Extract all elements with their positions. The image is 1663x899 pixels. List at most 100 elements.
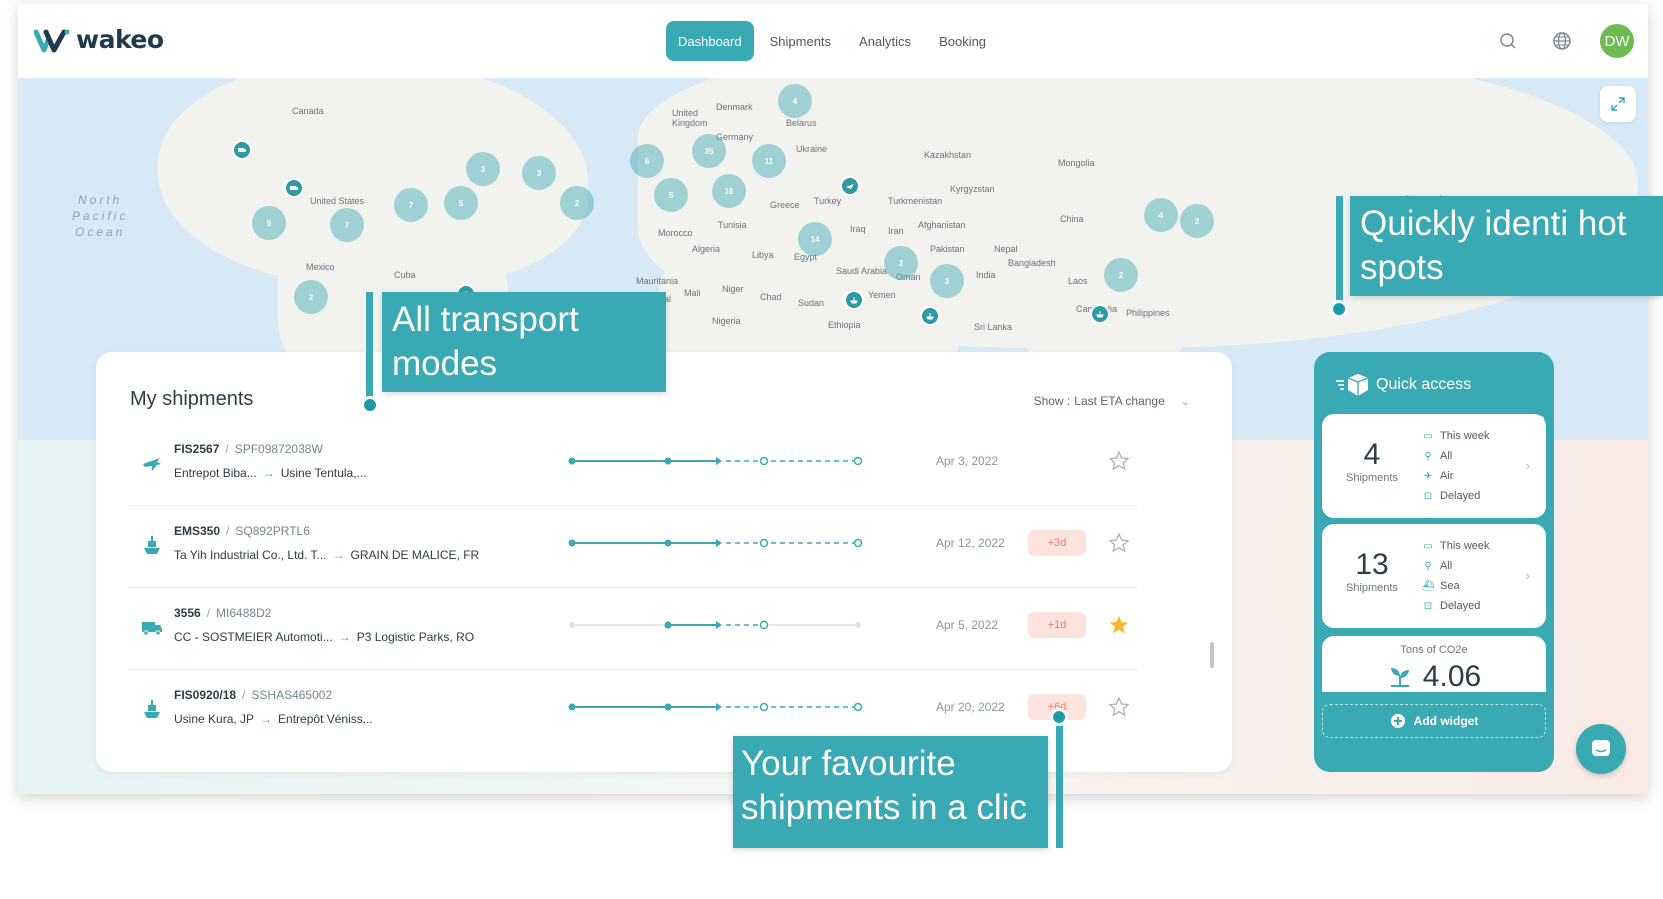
plane-icon: ✈ [1423, 470, 1433, 482]
shipment-row[interactable]: EMS350/SQ892PRTL6 Ta Yih Industrial Co.,… [128, 506, 1138, 588]
delay-badge: +3d [1028, 530, 1086, 556]
add-widget-button[interactable]: Add widget [1322, 704, 1546, 738]
logo[interactable]: wakeo [34, 25, 164, 54]
map-cluster[interactable]: 6 [630, 144, 664, 178]
shipment-reference: EMS350/SQ892PRTL6 [174, 524, 310, 538]
chevron-right-icon: › [1525, 568, 1530, 583]
star-icon[interactable] [1108, 532, 1130, 554]
callout-bar [1336, 196, 1343, 306]
quick-access-widget[interactable]: 13 Shipments ▭ This week ⚲ All ⛴ Sea ⊡ Delay… [1322, 524, 1546, 628]
co2-label: Tons of CO2e [1400, 644, 1468, 656]
map-cluster[interactable]: 35 [692, 134, 726, 168]
country-label: Mexico [306, 262, 335, 272]
scrollbar[interactable] [1210, 642, 1214, 668]
quick-access-panel: Quick access 4 Shipments ▭ This week ⚲ All… [1314, 352, 1554, 772]
show-filter-label: Show : [1033, 394, 1071, 408]
country-label: Pakistan [930, 244, 965, 254]
ship-icon [144, 536, 160, 554]
delay-badge: +1d [1028, 612, 1086, 638]
map-cluster[interactable]: 14 [798, 222, 832, 256]
country-label: Philippines [1126, 308, 1170, 318]
arrow-right-icon: → [260, 712, 273, 726]
map-cluster[interactable]: 5 [252, 206, 286, 240]
arrow-right-icon: → [332, 548, 345, 562]
shipment-row[interactable]: FIS2567/SPF09872038W Entrepot Biba... → Us… [128, 424, 1138, 506]
country-label: Denmark [716, 102, 753, 112]
country-label: Tunisia [718, 220, 747, 230]
shipment-row[interactable]: 3556/MI6488D2 CC - SOSTMEIER Automoti...… [128, 588, 1138, 670]
show-filter-dropdown[interactable]: Show : Last ETA change ⌄ [1034, 394, 1190, 408]
plant-icon [1390, 668, 1409, 687]
map-cluster[interactable]: 5 [444, 186, 478, 220]
star-icon[interactable] [1108, 696, 1130, 718]
country-label: Canada [292, 106, 324, 116]
country-label: Mali [684, 288, 701, 298]
map-cluster[interactable]: 7 [394, 188, 428, 222]
ship-icon [1096, 311, 1104, 318]
callout-favourites: Your favourite shipments in a clic [733, 736, 1048, 848]
map-cluster[interactable]: 2 [294, 280, 328, 314]
map-cluster[interactable]: 2 [1180, 204, 1214, 238]
search-button[interactable] [1492, 25, 1524, 57]
map-pin[interactable] [840, 176, 860, 196]
map-cluster[interactable]: 7 [330, 208, 364, 242]
star-icon[interactable] [1108, 450, 1130, 472]
map-pin[interactable] [844, 290, 864, 310]
map-pin[interactable] [284, 178, 304, 198]
nav-booking[interactable]: Booking [927, 21, 998, 61]
shipment-progress [568, 702, 863, 712]
shipment-route: Ta Yih Industrial Co., Ltd. T... → GRAIN D… [174, 548, 480, 562]
chevron-down-icon: ⌄ [1180, 395, 1190, 408]
map-cluster[interactable]: 5 [654, 178, 688, 212]
widget-filters: ▭ This week ⚲ All ✈ Air ⊡ Delayed [1423, 430, 1490, 502]
map-cluster[interactable]: 11 [752, 144, 786, 178]
app-window: wakeo Dashboard Shipments Analytics Book… [18, 4, 1648, 794]
nav-analytics[interactable]: Analytics [847, 21, 923, 61]
shipment-route: Usine Kura, JP → Entrepôt Véniss... [174, 712, 373, 726]
country-label: Bangladesh [1008, 258, 1056, 268]
country-label: Nepal [994, 244, 1018, 254]
chat-button[interactable] [1576, 724, 1626, 774]
shipment-reference: 3556/MI6488D2 [174, 606, 272, 620]
widget-filters: ▭ This week ⚲ All ⛴ Sea ⊡ Delayed [1422, 540, 1490, 612]
map-cluster[interactable]: 2 [1104, 258, 1138, 292]
expand-icon [1611, 97, 1625, 111]
map-cluster[interactable]: 3 [930, 264, 964, 298]
shipment-eta: Apr 20, 2022 [936, 700, 1005, 714]
callout-transport-modes: All transport modes [382, 292, 666, 392]
map-cluster[interactable]: 3 [466, 152, 500, 186]
delay-icon: ⊡ [1423, 600, 1433, 612]
map-cluster[interactable]: 2 [560, 186, 594, 220]
language-button[interactable] [1546, 25, 1578, 57]
country-label: Niger [722, 284, 744, 294]
map-pin[interactable] [1090, 304, 1110, 324]
map-cluster[interactable]: 16 [712, 174, 746, 208]
map-cluster[interactable]: 4 [778, 84, 812, 118]
plane-icon [143, 458, 161, 471]
country-label: India [976, 270, 996, 280]
callout-bar [1056, 718, 1063, 848]
quick-access-widget[interactable]: 4 Shipments ▭ This week ⚲ All ✈ Air ⊡ Delaye… [1322, 414, 1546, 518]
map-pin[interactable] [920, 306, 940, 326]
user-avatar[interactable]: DW [1600, 24, 1634, 58]
expand-map-button[interactable] [1600, 86, 1636, 122]
truck-icon [142, 622, 162, 636]
country-label: China [1060, 214, 1084, 224]
nav-shipments[interactable]: Shipments [758, 21, 843, 61]
quick-access-scrollbar[interactable] [1540, 416, 1544, 500]
country-label: Libya [752, 250, 774, 260]
country-label: Mauritania [636, 276, 679, 286]
map-cluster[interactable]: 2 [884, 246, 918, 280]
country-label: Iran [888, 226, 904, 236]
shipment-eta: Apr 5, 2022 [936, 618, 999, 632]
top-navigation-bar: wakeo Dashboard Shipments Analytics Book… [18, 4, 1648, 78]
globe-icon [1553, 32, 1571, 50]
map-pin[interactable] [232, 140, 252, 160]
nav-dashboard[interactable]: Dashboard [666, 21, 754, 61]
map-cluster[interactable]: 3 [522, 156, 556, 190]
map-cluster[interactable]: 4 [1144, 198, 1178, 232]
ship-icon [850, 297, 858, 304]
widget-count: 13 Shipments [1346, 548, 1398, 594]
co2-widget[interactable]: Tons of CO2e 4.06 [1322, 636, 1546, 692]
star-filled-icon[interactable] [1108, 614, 1130, 636]
